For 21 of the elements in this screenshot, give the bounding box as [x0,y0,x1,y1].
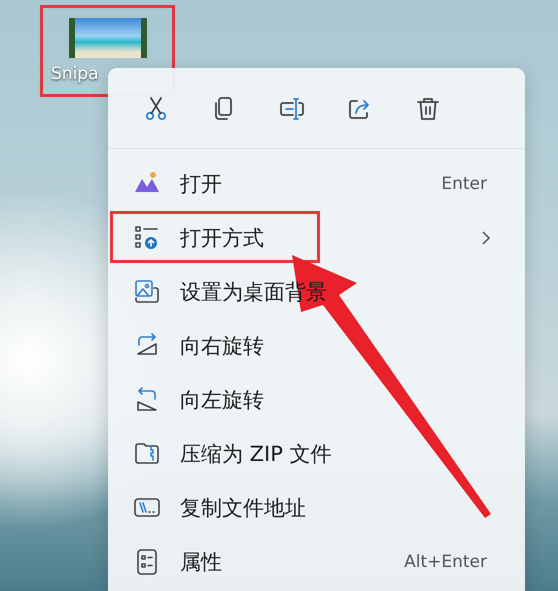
file-name: Snipa [51,64,98,84]
menu-item[interactable]: 打开方式 [108,211,525,265]
trash-icon [415,96,441,122]
menu-label: 压缩为 ZIP 文件 [180,441,332,468]
menu-label: 属性 [180,549,222,576]
picture-icon [133,278,161,306]
menu-label: 打开 [180,171,222,198]
menu-item[interactable]: 向右旋转 [108,319,525,373]
menu-item[interactable]: 复制文件地址 [108,481,525,535]
scissors-icon [143,96,169,122]
menu-label: 向左旋转 [180,387,264,414]
rename-icon [279,96,305,122]
menu-item[interactable]: 属性 Alt+Enter [108,535,525,589]
shortcut-text: Enter [441,174,487,194]
shortcut-text: Alt+Enter [404,552,487,572]
menu-label: 复制文件地址 [180,495,306,522]
menu-item[interactable]: 向左旋转 [108,373,525,427]
menu-item[interactable]: 打开 Enter [108,157,525,211]
menu-label: 向右旋转 [180,333,264,360]
menu-label: 打开方式 [180,225,264,252]
menu-item[interactable]: 压缩为 ZIP 文件 [108,427,525,481]
